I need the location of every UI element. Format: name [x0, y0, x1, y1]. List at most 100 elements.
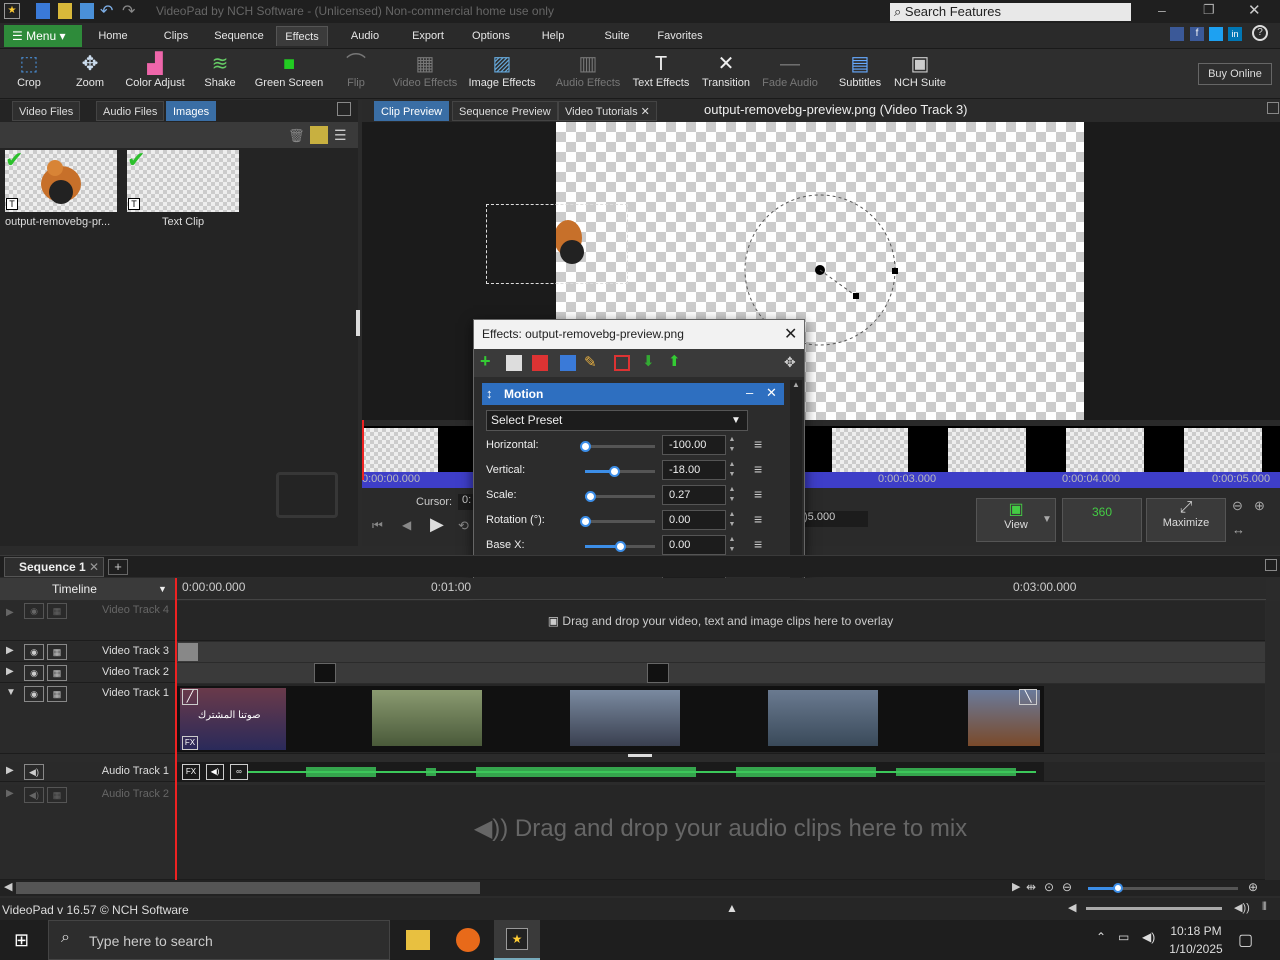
grid-effect-icon[interactable] — [614, 355, 630, 371]
param-menu-icon[interactable]: ≡ — [754, 462, 768, 476]
volume-icon[interactable]: ◀) — [206, 764, 224, 780]
scroll-left-icon[interactable]: ◀ — [4, 880, 12, 893]
spinner-icon[interactable]: ▲▼ — [727, 460, 737, 480]
param-value-field[interactable]: 0.27 — [662, 485, 726, 505]
new-icon[interactable] — [36, 3, 50, 19]
shake-button[interactable]: ≋ Shake — [196, 51, 244, 97]
crop-button[interactable]: ⬚ Crop — [4, 51, 54, 97]
timeline-ruler[interactable]: 0:00:00.000 0:01:00 0:03:00.000 — [176, 578, 1266, 600]
list-view-icon[interactable]: ☰ — [334, 127, 347, 144]
audio-effects-button[interactable]: ▥ Audio Effects — [550, 51, 626, 97]
param-slider[interactable] — [585, 541, 655, 552]
windows-start-icon[interactable]: ⊞ — [14, 930, 29, 951]
subtitles-button[interactable]: ▤ Subtitles — [834, 51, 886, 97]
fit-icon[interactable]: ↔ — [1232, 522, 1245, 537]
undock-icon[interactable] — [337, 102, 351, 116]
network-icon[interactable]: ▭ — [1118, 930, 1129, 944]
dialog-close-button[interactable]: ✕ — [784, 324, 797, 344]
preset-select[interactable]: Select Preset ▼ — [486, 410, 748, 431]
media-thumb-tiger[interactable]: ✔ T — [5, 149, 117, 212]
param-value-field[interactable]: 0.00 — [662, 535, 726, 555]
audio-clip[interactable]: FX ◀) ∞ — [176, 762, 1044, 782]
menu-tab-effects[interactable]: Effects — [276, 26, 328, 46]
trash-icon[interactable]: 🗑 — [288, 128, 305, 144]
expand-up-icon[interactable]: ▲ — [726, 901, 738, 915]
eye-icon[interactable]: ◉ — [24, 644, 44, 660]
tab-video-tutorials[interactable]: Video Tutorials ✕ — [558, 101, 657, 121]
tab-video-files[interactable]: Video Files — [12, 101, 81, 121]
fx-icon[interactable]: FX — [182, 764, 200, 780]
menu-tab-audio[interactable]: Audio — [340, 26, 390, 46]
param-menu-icon[interactable]: ≡ — [754, 437, 768, 451]
eye-icon[interactable]: ◉ — [24, 665, 44, 681]
menu-tab-export[interactable]: Export — [402, 26, 454, 46]
tray-chevron-icon[interactable]: ⌃ — [1096, 930, 1106, 944]
restore-button[interactable]: ❐ — [1203, 2, 1215, 18]
linkedin-icon[interactable]: in — [1228, 27, 1242, 41]
speaker-icon[interactable]: ◀) — [24, 787, 44, 803]
sequence-tab[interactable]: Sequence 1 ✕ — [4, 557, 104, 577]
close-tab-icon[interactable]: ✕ — [641, 106, 650, 118]
overlay-icon[interactable]: ▦ — [47, 603, 67, 619]
text-effects-button[interactable]: T Text Effects — [628, 51, 694, 97]
notifications-icon[interactable]: ▢ — [1238, 930, 1253, 950]
remove-section-icon[interactable]: ✕ — [766, 385, 777, 401]
track-resize-handle[interactable] — [628, 754, 652, 757]
master-volume-slider[interactable] — [1086, 907, 1222, 910]
expand-icon[interactable]: ▶ — [6, 765, 14, 776]
motion-section-header[interactable]: ↕ Motion – ✕ — [482, 383, 784, 405]
timeline-mode-select[interactable]: Timeline ▼ — [0, 578, 175, 600]
spinner-icon[interactable]: ▲▼ — [727, 510, 737, 530]
skip-start-icon[interactable]: ⏮ — [372, 518, 383, 533]
dialog-titlebar[interactable]: Effects: output-removebg-preview.png ✕ — [474, 320, 804, 349]
collapse-icon[interactable]: ▼ — [6, 687, 16, 698]
menu-tab-favorites[interactable]: Favorites — [650, 26, 710, 46]
eye-icon[interactable]: ◉ — [24, 686, 44, 702]
transition-icon[interactable]: ╱ — [182, 689, 198, 705]
panel-splitter[interactable] — [356, 310, 360, 336]
zoom-in-icon[interactable]: ⊕ — [1254, 498, 1265, 514]
video-tracks-scrollbar[interactable] — [1266, 601, 1280, 753]
main-menu-button[interactable]: ☰ Menu ▾ — [4, 25, 82, 47]
flip-button[interactable]: ⌒ Flip — [334, 51, 378, 97]
overlay-icon[interactable]: ▦ — [47, 665, 67, 681]
add-sequence-button[interactable]: + — [108, 559, 128, 575]
collapse-icon[interactable]: – — [746, 385, 753, 400]
like-icon[interactable] — [1170, 27, 1184, 41]
taskbar-search[interactable]: ⌕ Type here to search — [48, 920, 390, 960]
eye-icon[interactable]: ◉ — [24, 603, 44, 619]
menu-tab-help[interactable]: Help — [530, 26, 576, 46]
slider-knob[interactable] — [580, 441, 591, 452]
param-slider[interactable] — [585, 466, 655, 477]
fit-timeline-icon[interactable]: ⇹ — [1026, 880, 1036, 894]
image-clip[interactable] — [178, 643, 198, 661]
color-adjust-button[interactable]: ▟ Color Adjust — [122, 51, 188, 97]
slider-knob[interactable] — [615, 541, 626, 552]
preview-playhead[interactable] — [362, 420, 364, 480]
360-button[interactable]: 360 — [1062, 498, 1142, 542]
end-time-field[interactable]: )5.000 — [802, 511, 868, 527]
audio-tracks-scrollbar[interactable] — [1266, 762, 1280, 880]
text-clip[interactable] — [647, 663, 669, 683]
param-menu-icon[interactable]: ≡ — [754, 512, 768, 526]
transition-button[interactable]: ✕ Transition — [698, 51, 754, 97]
param-menu-icon[interactable]: ≡ — [754, 487, 768, 501]
add-effect-icon[interactable]: + — [480, 351, 491, 372]
spinner-icon[interactable]: ▲▼ — [727, 485, 737, 505]
spinner-icon[interactable]: ▲▼ — [727, 535, 737, 555]
twitter-icon[interactable] — [1209, 27, 1223, 41]
add-folder-icon[interactable] — [310, 126, 328, 144]
video-effects-button[interactable]: ▦ Video Effects — [388, 51, 462, 97]
move-up-icon[interactable]: ⬆ — [668, 352, 681, 370]
file-explorer-icon[interactable] — [406, 930, 430, 950]
undock-icon[interactable] — [1265, 559, 1277, 571]
speaker-icon[interactable]: ◀) — [24, 764, 44, 780]
param-value-field[interactable]: 0.00 — [662, 510, 726, 530]
slider-knob[interactable] — [608, 466, 620, 477]
menu-tab-sequence[interactable]: Sequence — [206, 26, 272, 46]
fade-audio-button[interactable]: — Fade Audio — [758, 51, 822, 97]
overlay-icon[interactable]: ▦ — [47, 787, 67, 803]
menu-tab-clips[interactable]: Clips — [156, 26, 196, 46]
step-back-icon[interactable]: ◀ — [402, 518, 411, 532]
expand-icon[interactable]: ▶ — [6, 607, 14, 618]
